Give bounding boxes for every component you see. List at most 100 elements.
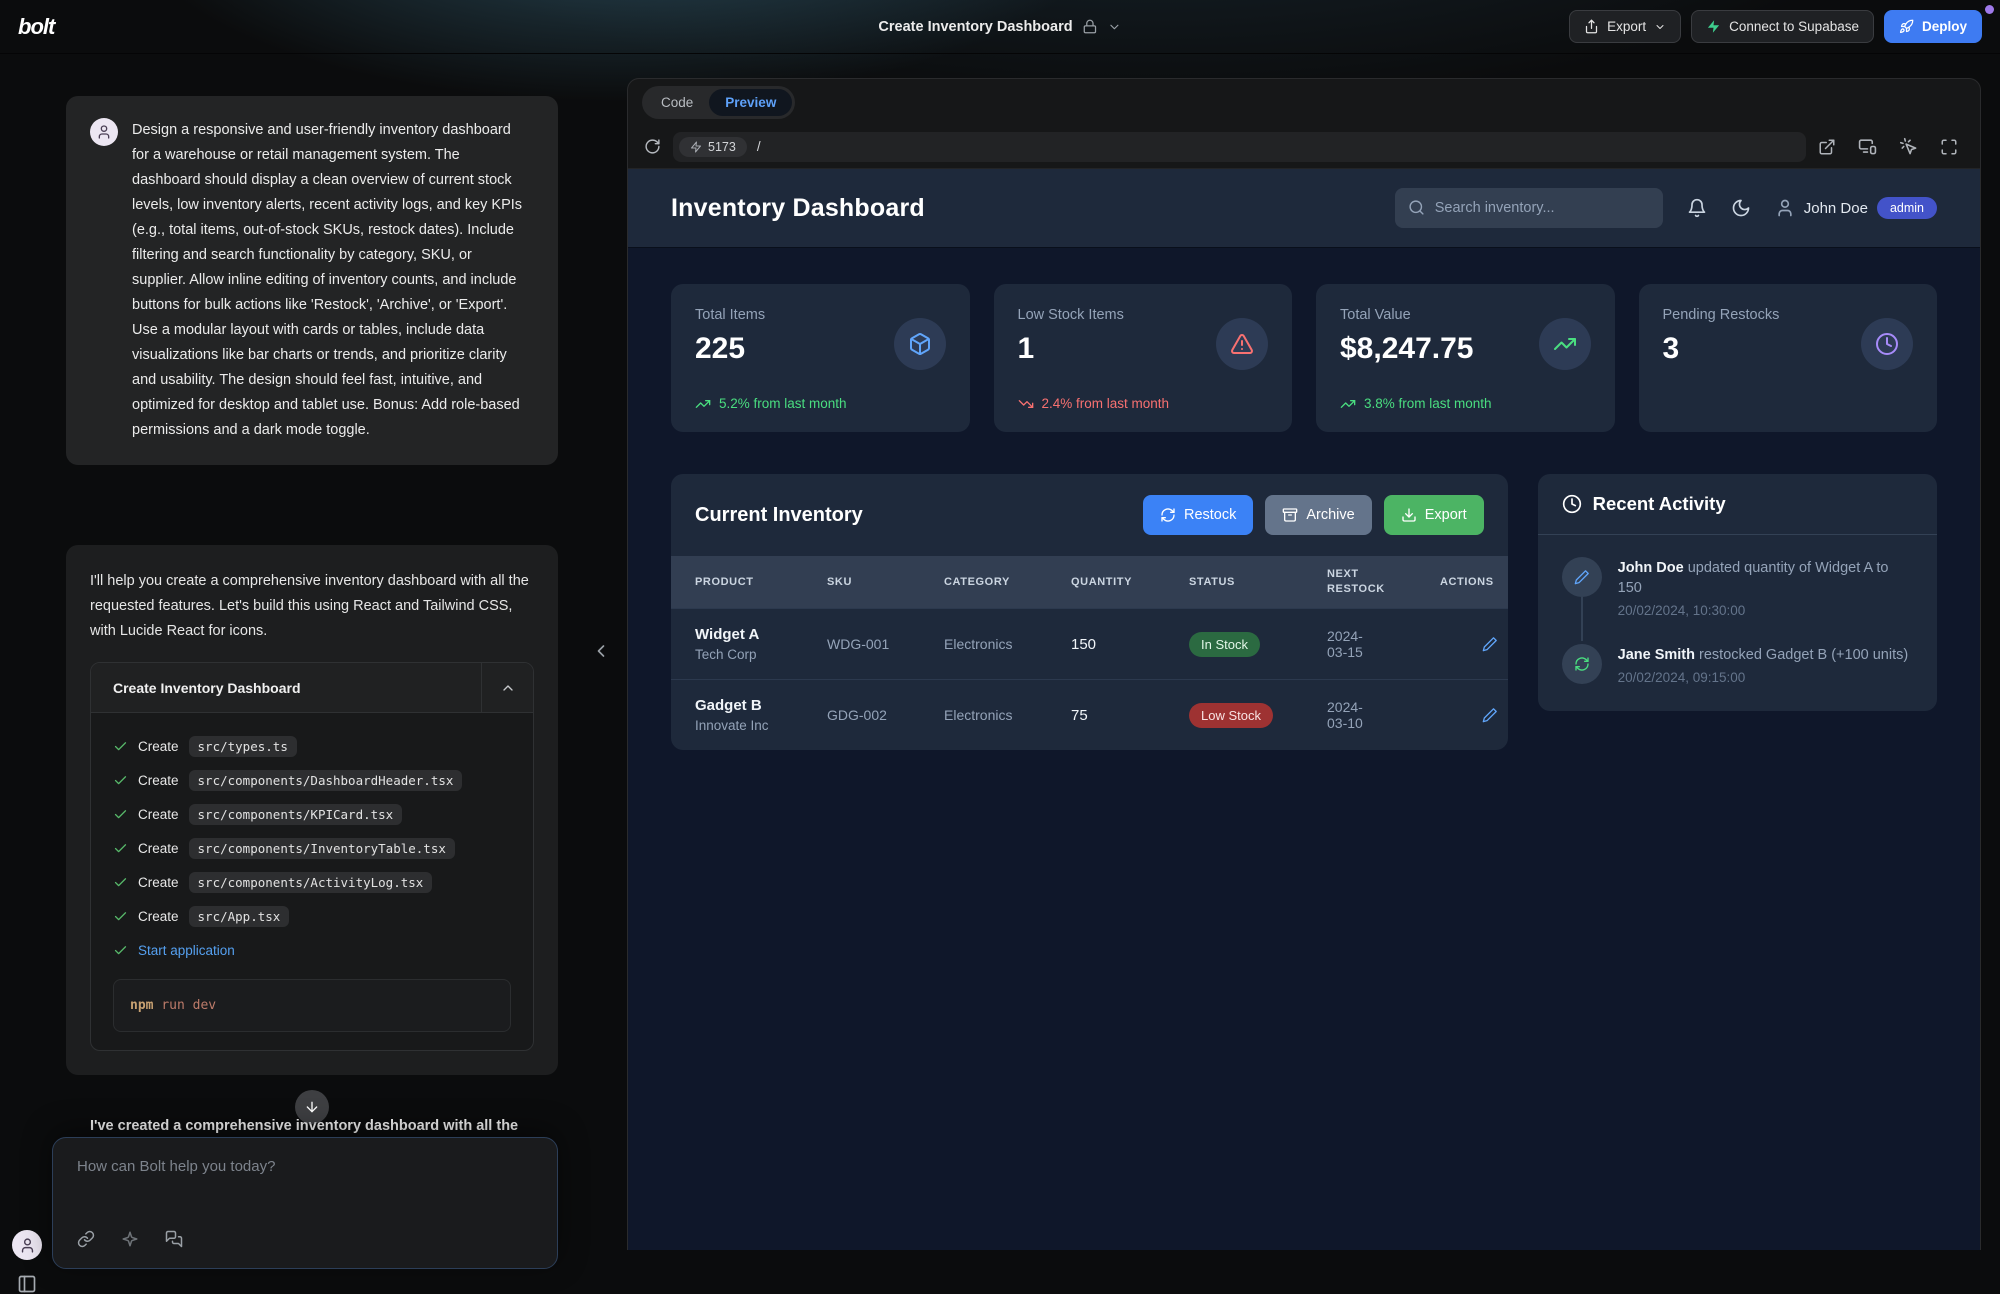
chat-mode-icon[interactable] — [165, 1230, 183, 1248]
tab-code[interactable]: Code — [645, 89, 709, 116]
project-title-group[interactable]: Create Inventory Dashboard — [878, 0, 1121, 54]
workbench-step[interactable]: Create src/components/ActivityLog.tsx — [113, 865, 511, 899]
category-cell: Electronics — [920, 680, 1047, 751]
clock-icon — [1562, 494, 1582, 514]
notifications-bell-icon[interactable] — [1687, 198, 1707, 218]
column-header: PRODUCT — [671, 556, 803, 609]
responsive-devices-icon[interactable] — [1858, 137, 1877, 156]
archive-label: Archive — [1306, 507, 1354, 523]
workbench-collapse-button[interactable] — [481, 663, 533, 713]
notification-dot — [1985, 5, 1994, 14]
preview-url-bar: 5173 / — [628, 125, 1980, 169]
check-icon — [113, 942, 128, 958]
step-file[interactable]: src/components/InventoryTable.tsx — [189, 838, 455, 859]
trending-down-icon — [1018, 396, 1034, 412]
edit-row-icon[interactable] — [1482, 707, 1508, 723]
step-file[interactable]: src/components/KPICard.tsx — [189, 804, 403, 825]
page-title: Inventory Dashboard — [671, 194, 925, 223]
category-cell: Electronics — [920, 609, 1047, 680]
role-badge: admin — [1877, 197, 1937, 219]
quantity-cell[interactable]: 150 — [1047, 609, 1165, 680]
product-supplier: Innovate Inc — [695, 718, 803, 733]
step-action: Create — [138, 841, 179, 856]
start-application-link[interactable]: Start application — [138, 943, 235, 958]
workbench-step[interactable]: Create src/App.tsx — [113, 899, 511, 933]
alert-triangle-icon — [1216, 318, 1268, 370]
activity-title: Recent Activity — [1593, 493, 1726, 515]
scroll-to-bottom-button[interactable] — [295, 1090, 329, 1124]
step-file[interactable]: src/App.tsx — [189, 906, 290, 927]
connect-supabase-button[interactable]: Connect to Supabase — [1691, 10, 1874, 43]
user-menu[interactable]: John Doe admin — [1775, 197, 1937, 219]
deploy-button[interactable]: Deploy — [1884, 10, 1982, 43]
search-box[interactable] — [1395, 188, 1663, 228]
chat-input-box[interactable] — [52, 1137, 558, 1269]
port-chip[interactable]: 5173 — [679, 137, 747, 157]
dark-mode-toggle-icon[interactable] — [1731, 198, 1751, 218]
step-action: Create — [138, 875, 179, 890]
column-header: STATUS — [1165, 556, 1303, 609]
dashboard-header: Inventory Dashboard John Doe admin — [628, 169, 1980, 247]
trending-up-icon — [1539, 318, 1591, 370]
workbench-step[interactable]: Create src/components/KPICard.tsx — [113, 797, 511, 831]
restock-button[interactable]: Restock — [1143, 495, 1253, 535]
chevron-down-icon[interactable] — [1108, 18, 1122, 36]
sidebar-toggle-icon[interactable] — [17, 1274, 37, 1294]
port-number: 5173 — [708, 140, 736, 154]
start-application-step[interactable]: Start application — [113, 933, 511, 967]
address-bar[interactable]: 5173 / — [673, 132, 1806, 162]
quantity-cell[interactable]: 75 — [1047, 680, 1165, 751]
column-header: SKU — [803, 556, 920, 609]
tab-preview[interactable]: Preview — [709, 89, 792, 116]
editor-tabs: Code Preview — [628, 79, 1980, 125]
column-header: NEXT RESTOCK — [1303, 556, 1383, 609]
kpi-row: Total Items 225 5.2% from last month Low… — [628, 247, 1980, 432]
product-name: Gadget B — [695, 697, 803, 714]
next-restock-cell: 2024-03-10 — [1303, 680, 1383, 751]
search-input[interactable] — [1435, 200, 1650, 216]
chat-input[interactable] — [77, 1158, 533, 1230]
workbench-step[interactable]: Create src/types.ts — [113, 729, 511, 763]
step-file[interactable]: src/components/DashboardHeader.tsx — [189, 770, 463, 791]
reload-icon[interactable] — [644, 138, 661, 155]
archive-icon — [1282, 507, 1298, 523]
collapse-chat-handle[interactable] — [586, 636, 616, 666]
edit-row-icon[interactable] — [1482, 636, 1508, 652]
product-supplier: Tech Corp — [695, 647, 803, 662]
export-label: Export — [1607, 19, 1646, 34]
workbench-title: Create Inventory Dashboard — [91, 680, 481, 696]
step-action: Create — [138, 773, 179, 788]
inspect-cursor-icon[interactable] — [1899, 137, 1918, 156]
kpi-change-text: 3.8% from last month — [1364, 396, 1492, 411]
user-icon — [1775, 198, 1795, 218]
step-file[interactable]: src/components/ActivityLog.tsx — [189, 872, 433, 893]
edit-icon — [1562, 557, 1602, 597]
step-file[interactable]: src/types.ts — [189, 736, 297, 757]
activity-item: John Doe updated quantity of Widget A to… — [1562, 557, 1913, 618]
kpi-card-low-stock: Low Stock Items 1 2.4% from last month — [994, 284, 1293, 432]
command-args: run dev — [161, 998, 216, 1013]
supabase-label: Connect to Supabase — [1729, 19, 1859, 34]
workbench-step[interactable]: Create src/components/DashboardHeader.ts… — [113, 763, 511, 797]
assistant-intro: I'll help you create a comprehensive inv… — [90, 569, 534, 644]
user-name: John Doe — [1804, 200, 1868, 217]
open-external-icon[interactable] — [1818, 138, 1836, 156]
attach-link-icon[interactable] — [77, 1230, 95, 1248]
next-restock-cell: 2024-03-15 — [1303, 609, 1383, 680]
clock-icon — [1861, 318, 1913, 370]
step-action: Create — [138, 909, 179, 924]
chat-panel: Design a responsive and user-friendly in… — [0, 54, 625, 1250]
restock-icon — [1562, 644, 1602, 684]
export-inventory-button[interactable]: Export — [1384, 495, 1484, 535]
fullscreen-icon[interactable] — [1940, 138, 1958, 156]
enhance-prompt-icon[interactable] — [121, 1230, 139, 1248]
package-icon — [894, 318, 946, 370]
export-button[interactable]: Export — [1569, 10, 1681, 43]
workbench-step[interactable]: Create src/components/InventoryTable.tsx — [113, 831, 511, 865]
account-avatar[interactable] — [12, 1230, 42, 1260]
restock-label: Restock — [1184, 507, 1236, 523]
chevron-down-icon — [1654, 19, 1666, 34]
kpi-change-text: 2.4% from last month — [1042, 396, 1170, 411]
archive-button[interactable]: Archive — [1265, 495, 1371, 535]
topbar: bolt Create Inventory Dashboard Export C… — [0, 0, 2000, 54]
